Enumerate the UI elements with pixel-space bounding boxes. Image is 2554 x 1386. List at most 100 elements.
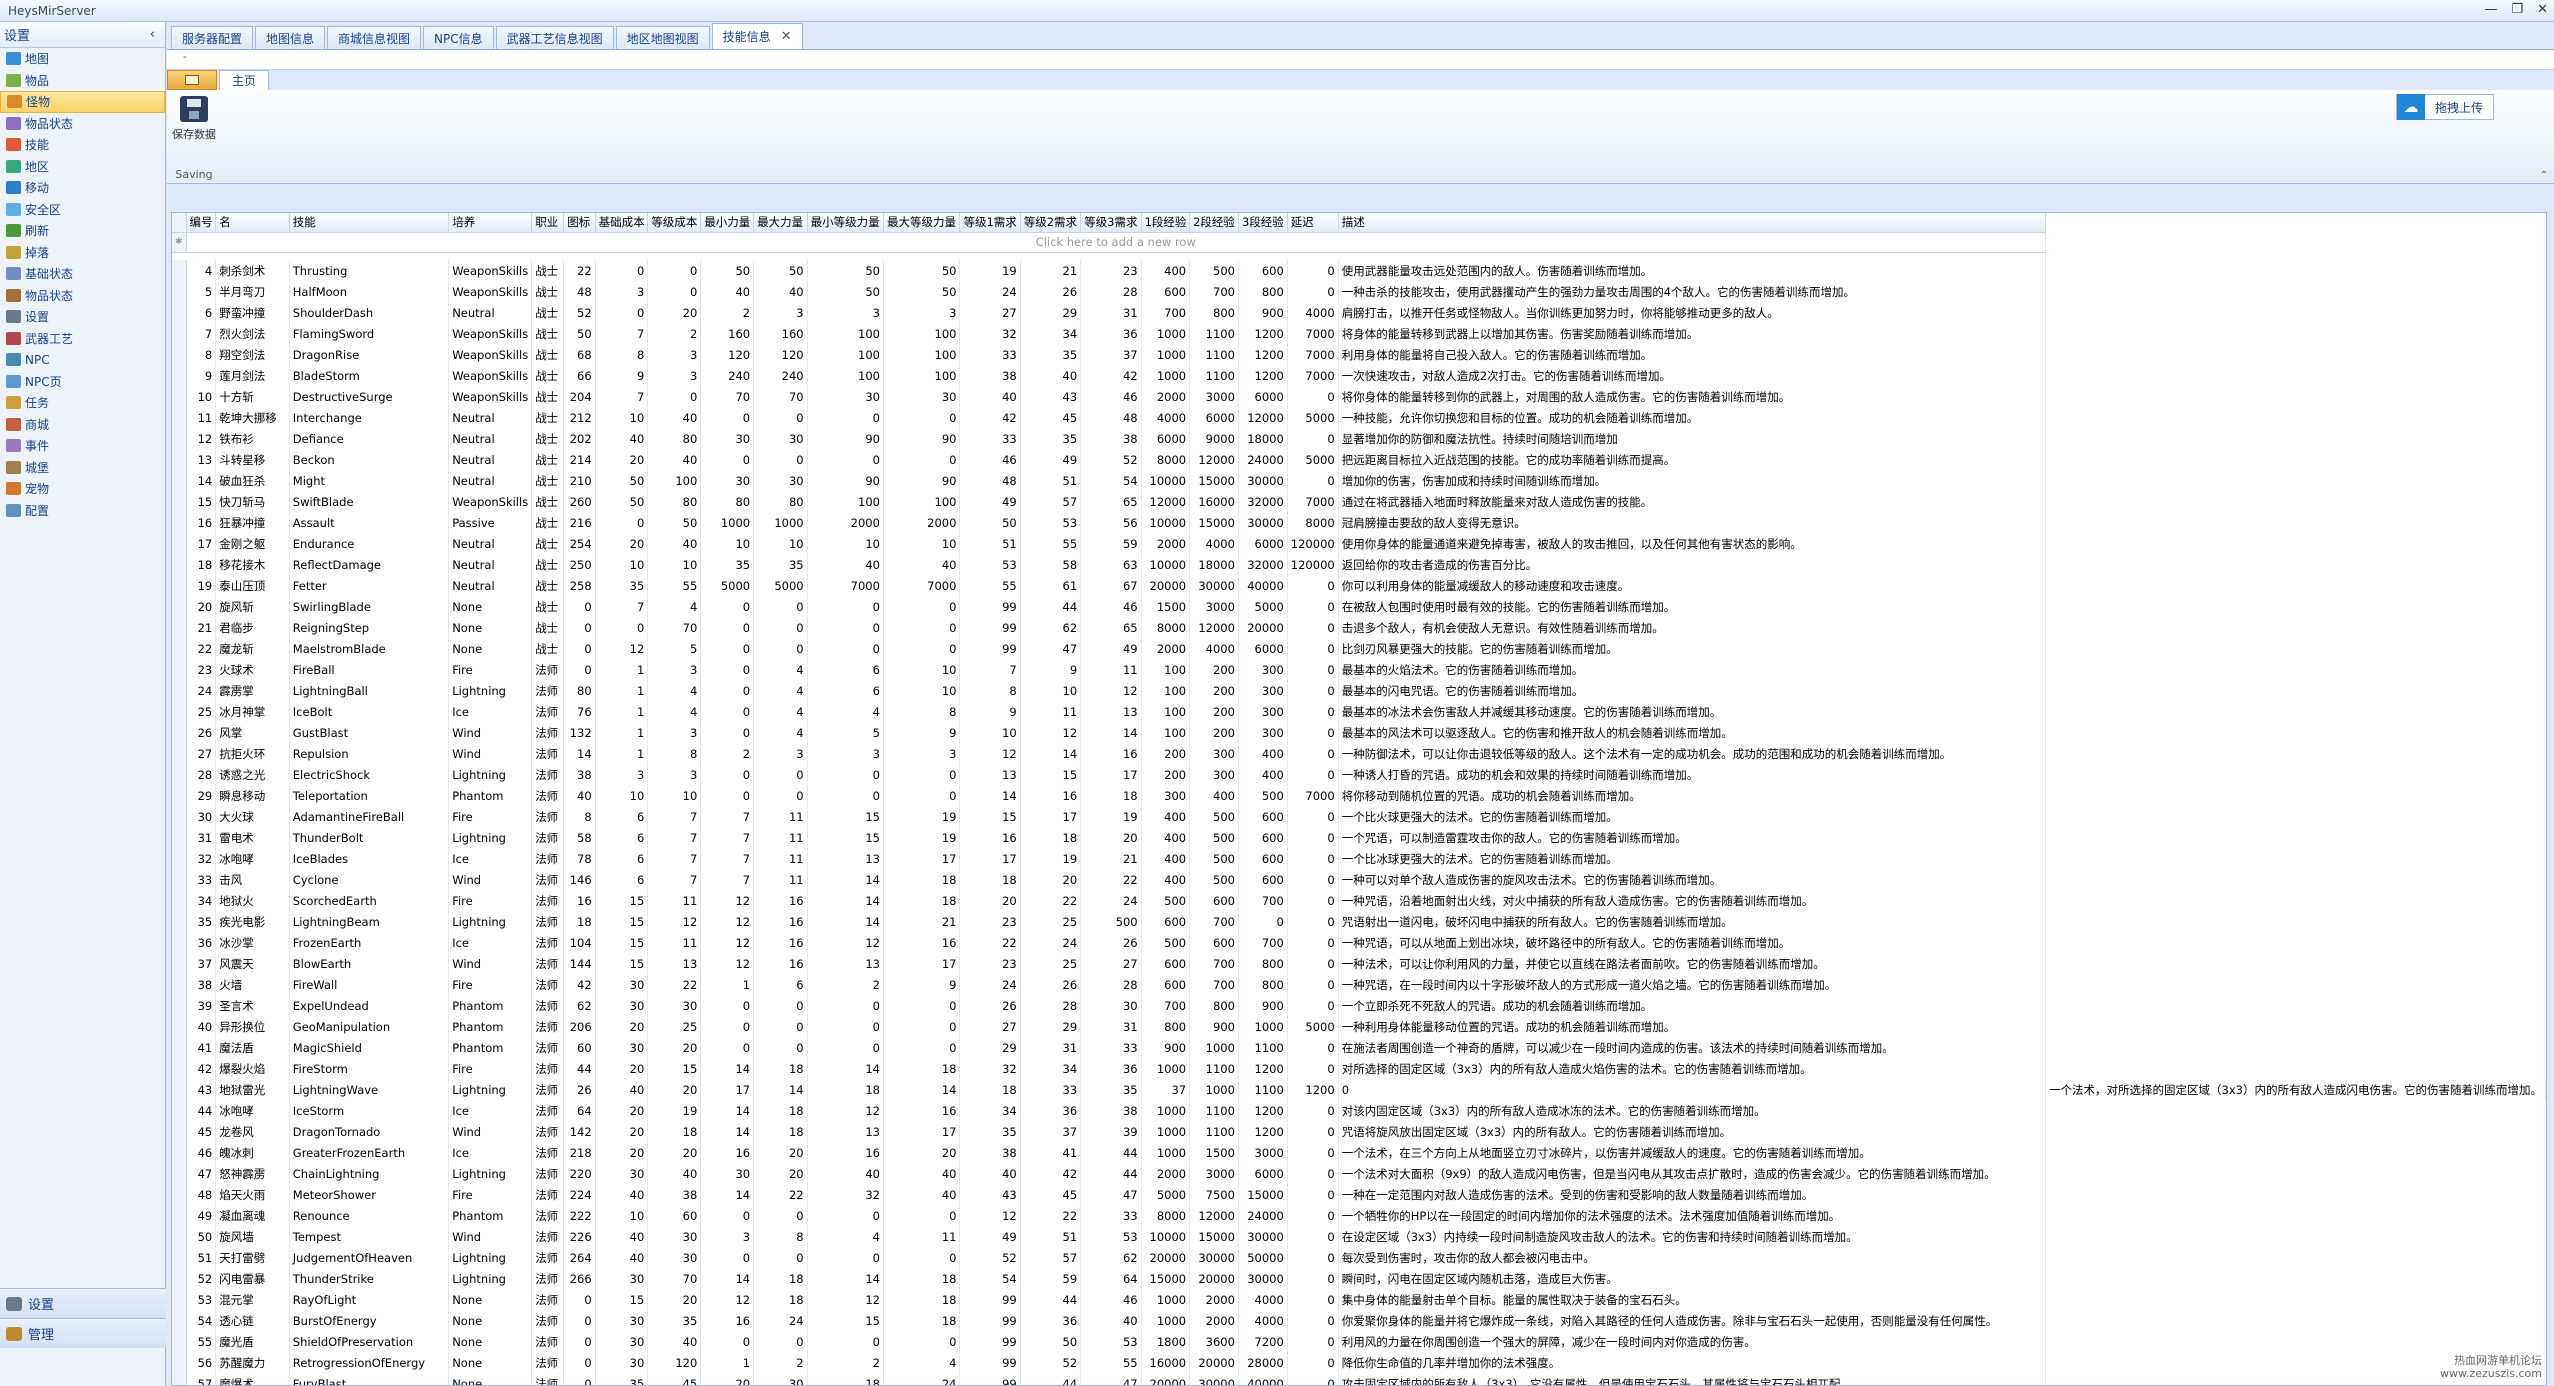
table-cell[interactable]: 法师 (531, 1184, 565, 1205)
table-cell[interactable]: 19 (883, 806, 961, 827)
sidebar-item[interactable]: NPC页 (0, 371, 165, 393)
table-cell[interactable]: 1000 (1141, 1289, 1191, 1310)
table-cell[interactable]: 法师 (531, 827, 565, 848)
table-cell[interactable]: 0 (700, 638, 755, 659)
table-cell[interactable]: 将你移动到随机位置的咒语。成功的机会随着训练而增加。 (1338, 785, 2047, 806)
table-cell[interactable]: 34 (959, 1100, 1021, 1121)
table-cell[interactable]: 8 (595, 344, 649, 365)
new-row[interactable]: ✱ Click here to add a new row (172, 232, 2546, 253)
table-cell[interactable]: 2000 (883, 512, 961, 533)
table-cell[interactable]: 0 (563, 1331, 596, 1352)
table-cell[interactable]: 26 (959, 995, 1021, 1016)
table-cell[interactable]: 37 (1020, 1121, 1082, 1142)
table-cell[interactable]: 500 (1189, 827, 1239, 848)
table-cell[interactable]: 34 (186, 890, 217, 911)
table-cell[interactable]: 1200 (1238, 323, 1288, 344)
column-header[interactable]: 1段经验 (1141, 213, 1191, 233)
table-cell[interactable]: 法师 (531, 1142, 565, 1163)
table-cell[interactable]: 疾光电影 (215, 911, 290, 932)
table-cell[interactable]: 0 (753, 407, 808, 428)
table-cell[interactable]: 14 (807, 911, 884, 932)
table-cell[interactable]: FrozenEarth (289, 932, 450, 953)
table-cell[interactable]: 50 (647, 512, 702, 533)
table-cell[interactable]: 一种法术，可以让你利用风的力量，并使它以直线在路法者面前吹。它的伤害随着训练而增… (1338, 953, 2047, 974)
table-cell[interactable]: 52 (959, 1247, 1021, 1268)
table-cell[interactable]: 战士 (531, 596, 565, 617)
table-cell[interactable]: 700 (1238, 932, 1288, 953)
table-cell[interactable]: 600 (1141, 911, 1191, 932)
table-cell[interactable]: 1100 (1189, 344, 1239, 365)
table-cell[interactable]: 0 (807, 617, 884, 638)
table-cell[interactable]: 120000 (1287, 554, 1339, 575)
table-cell[interactable]: 战士 (531, 638, 565, 659)
table-cell[interactable]: 23 (1080, 260, 1142, 281)
table-row[interactable]: 53 混元掌 RayOfLight None 法师 0 15 20 12 18 12 18 99 44 46… (172, 1289, 2546, 1310)
table-cell[interactable]: 400 (1141, 848, 1191, 869)
table-cell[interactable]: 0 (753, 1247, 808, 1268)
table-cell[interactable]: 5000 (1141, 1184, 1191, 1205)
table-cell[interactable]: IceBlades (289, 848, 450, 869)
table-cell[interactable]: 33 (1080, 1205, 1142, 1226)
table-cell[interactable]: Wind (448, 743, 533, 764)
table-cell[interactable]: 战士 (531, 449, 565, 470)
table-cell[interactable]: 38 (959, 1142, 1021, 1163)
table-cell[interactable]: 52 (1080, 449, 1142, 470)
table-cell[interactable]: 翔空剑法 (215, 344, 290, 365)
table-cell[interactable]: 52 (563, 302, 596, 323)
table-cell[interactable]: 64 (1080, 1268, 1142, 1289)
table-cell[interactable]: 一种击杀的技能攻击，使用武器攫动产生的强劲力量攻击周围的4个敌人。它的伤害随着训… (1338, 281, 2047, 302)
table-cell[interactable]: 18 (959, 869, 1021, 890)
table-cell[interactable]: 击退多个敌人，有机会使敌人无意识。有效性随着训练而增加。 (1338, 617, 2047, 638)
table-row[interactable]: 31 雷电术 ThunderBolt Lightning 法师 58 6 7 7 11 15 19 16… (172, 827, 2546, 848)
table-cell[interactable]: 120 (700, 344, 755, 365)
table-cell[interactable]: 37 (1141, 1079, 1191, 1100)
table-cell[interactable]: None (448, 617, 533, 638)
table-cell[interactable]: 5 (807, 722, 884, 743)
table-cell[interactable]: 法师 (531, 722, 565, 743)
table-row[interactable]: 52 闪电雷暴 ThunderStrike Lightning 法师 266 30 70 14 1… (172, 1268, 2546, 1289)
column-header[interactable]: 培养 (448, 213, 533, 233)
table-cell[interactable]: 42 (186, 1058, 217, 1079)
table-cell[interactable]: 法师 (531, 1079, 565, 1100)
table-cell[interactable]: MagicShield (289, 1037, 450, 1058)
table-cell[interactable]: 0 (700, 1247, 755, 1268)
table-cell[interactable]: 55 (186, 1331, 217, 1352)
table-cell[interactable]: Beckon (289, 449, 450, 470)
table-cell[interactable]: 63 (1080, 554, 1142, 575)
table-cell[interactable]: 14 (700, 1100, 755, 1121)
table-cell[interactable]: 20 (595, 1016, 649, 1037)
table-cell[interactable]: 50 (186, 1226, 217, 1247)
table-cell[interactable]: 21 (1020, 260, 1082, 281)
table-cell[interactable]: 在设定区域（3x3）内持续一段时间制造旋风攻击敌人的法术。它的伤害和持续时间随着… (1338, 1226, 2047, 1247)
table-cell[interactable]: 0 (563, 617, 596, 638)
table-cell[interactable]: 40 (595, 1247, 649, 1268)
table-cell[interactable]: 41 (1020, 1142, 1082, 1163)
table-cell[interactable]: 20 (647, 1289, 702, 1310)
table-cell[interactable]: 36 (186, 932, 217, 953)
table-cell[interactable]: 0 (1287, 575, 1339, 596)
table-cell[interactable]: 18 (883, 1289, 961, 1310)
table-cell[interactable]: 12000 (1141, 491, 1191, 512)
table-cell[interactable]: 大火球 (215, 806, 290, 827)
table-cell[interactable]: 使用武器能量攻击远处范围内的敌人。伤害随着训练而增加。 (1338, 260, 2047, 281)
table-cell[interactable]: Ice (448, 1142, 533, 1163)
table-cell[interactable]: 31 (1080, 302, 1142, 323)
table-cell[interactable]: 15 (595, 932, 649, 953)
table-cell[interactable]: 法师 (531, 1205, 565, 1226)
table-cell[interactable]: 8 (753, 1226, 808, 1247)
table-cell[interactable]: 18 (883, 890, 961, 911)
table-cell[interactable]: 40 (647, 1331, 702, 1352)
column-header[interactable]: 职业 (531, 213, 565, 233)
table-cell[interactable]: 212 (563, 407, 596, 428)
table-cell[interactable]: 雷电术 (215, 827, 290, 848)
table-cell[interactable]: 22 (959, 932, 1021, 953)
table-cell[interactable]: 56 (186, 1352, 217, 1373)
table-cell[interactable]: 法师 (531, 659, 565, 680)
table-cell[interactable]: 16 (959, 827, 1021, 848)
table-cell[interactable]: 泰山压顶 (215, 575, 290, 596)
table-cell[interactable]: 43 (959, 1184, 1021, 1205)
table-cell[interactable]: Phantom (448, 1205, 533, 1226)
table-cell[interactable]: Fire (448, 1184, 533, 1205)
table-cell[interactable]: Lightning (448, 680, 533, 701)
table-cell[interactable]: 0 (1287, 1163, 1339, 1184)
